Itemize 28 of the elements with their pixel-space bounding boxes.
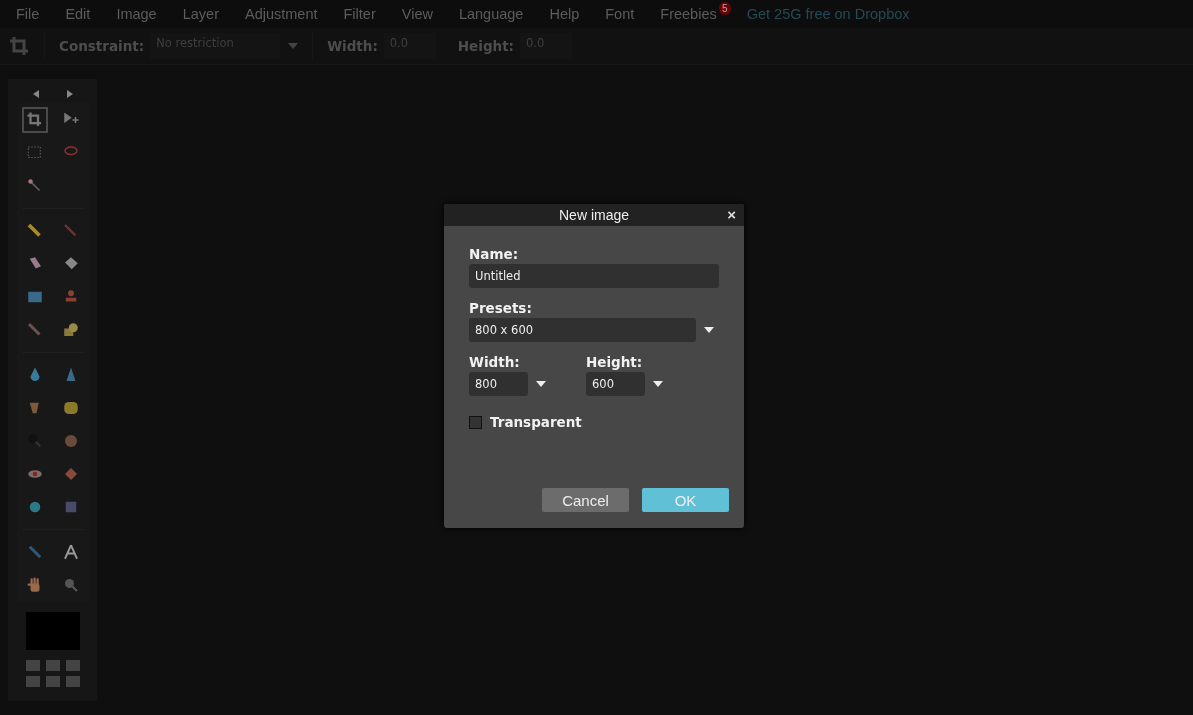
menu-item[interactable]: Font bbox=[605, 6, 635, 22]
close-button[interactable]: × bbox=[727, 207, 736, 223]
height-label: Height: bbox=[586, 354, 644, 370]
height-field[interactable]: 600 bbox=[586, 372, 645, 396]
menu-item[interactable]: Language bbox=[458, 6, 524, 22]
name-field[interactable]: Untitled bbox=[469, 264, 719, 288]
width-label: Width: bbox=[327, 38, 378, 54]
menu-item[interactable]: Filter bbox=[343, 6, 376, 22]
menu-item[interactable]: File bbox=[16, 6, 40, 22]
presets-label: Presets: bbox=[469, 300, 533, 316]
menu-item[interactable]: Edit bbox=[65, 6, 91, 22]
dialog-title: New image bbox=[559, 207, 629, 223]
width-field[interactable]: 800 bbox=[469, 372, 528, 396]
constraint-label: Constraint: bbox=[59, 38, 145, 54]
cancel-button[interactable]: Cancel bbox=[542, 488, 629, 512]
menu-item[interactable]: Adjustment bbox=[244, 6, 318, 22]
menu-item[interactable]: View bbox=[401, 6, 433, 22]
presets-select[interactable]: 800 x 600 bbox=[469, 318, 696, 342]
menu-item[interactable]: Layer bbox=[182, 6, 219, 22]
promo-link[interactable]: Get 25G free on Dropbox bbox=[746, 6, 910, 22]
menu-item[interactable]: Help bbox=[549, 6, 580, 22]
menu-item[interactable]: Image bbox=[116, 6, 157, 22]
width-label: Width: bbox=[469, 354, 521, 370]
name-label: Name: bbox=[469, 246, 520, 262]
transparent-label: Transparent bbox=[490, 414, 582, 430]
count-badge: 5 bbox=[718, 2, 731, 15]
height-label: Height: bbox=[457, 38, 514, 54]
ok-button[interactable]: OK bbox=[642, 488, 729, 512]
